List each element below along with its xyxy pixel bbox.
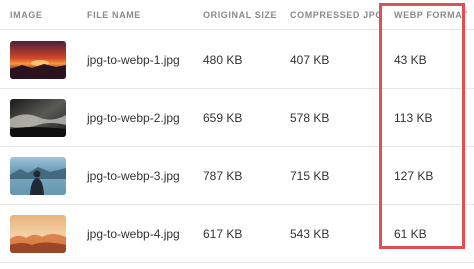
thumbnail-sunset-image [10, 40, 66, 79]
table-row: jpg-to-webp-3.jpg 787 KB 715 KB 127 KB [0, 147, 474, 205]
thumbnail-surf-image [10, 98, 66, 137]
table-header-row: IMAGE FILE NAME ORIGINAL SIZE COMPRESSED… [0, 0, 474, 30]
header-image: IMAGE [10, 10, 43, 20]
file-name-cell: jpg-to-webp-1.jpg [87, 52, 180, 67]
original-size-cell: 480 KB [203, 52, 243, 67]
webp-format-cell: 127 KB [394, 168, 434, 183]
webp-format-cell: 61 KB [394, 226, 427, 241]
original-size-cell: 787 KB [203, 168, 243, 183]
header-file-name: FILE NAME [87, 10, 141, 20]
file-name-cell: jpg-to-webp-3.jpg [87, 168, 180, 183]
file-name-cell: jpg-to-webp-2.jpg [87, 110, 180, 125]
header-compressed-jpg: COMPRESSED JPG [290, 10, 383, 20]
original-size-cell: 617 KB [203, 226, 243, 241]
table-row: jpg-to-webp-4.jpg 617 KB 543 KB 61 KB [0, 205, 474, 263]
header-webp-format: WEBP FORMAT [394, 10, 468, 20]
image-comparison-table: IMAGE FILE NAME ORIGINAL SIZE COMPRESSED… [0, 0, 474, 269]
file-name-cell: jpg-to-webp-4.jpg [87, 226, 180, 241]
thumbnail-lake-image [10, 156, 66, 195]
webp-format-cell: 113 KB [394, 110, 433, 125]
table-row: jpg-to-webp-1.jpg 480 KB 407 KB 43 KB [0, 31, 474, 89]
compressed-jpg-cell: 407 KB [290, 52, 330, 67]
compressed-jpg-cell: 543 KB [290, 226, 330, 241]
webp-format-cell: 43 KB [394, 52, 427, 67]
compressed-jpg-cell: 715 KB [290, 168, 330, 183]
original-size-cell: 659 KB [203, 110, 243, 125]
table-row: jpg-to-webp-2.jpg 659 KB 578 KB 113 KB [0, 89, 474, 147]
header-original-size: ORIGINAL SIZE [203, 10, 278, 20]
compressed-jpg-cell: 578 KB [290, 110, 330, 125]
thumbnail-clouds-image [10, 214, 66, 253]
